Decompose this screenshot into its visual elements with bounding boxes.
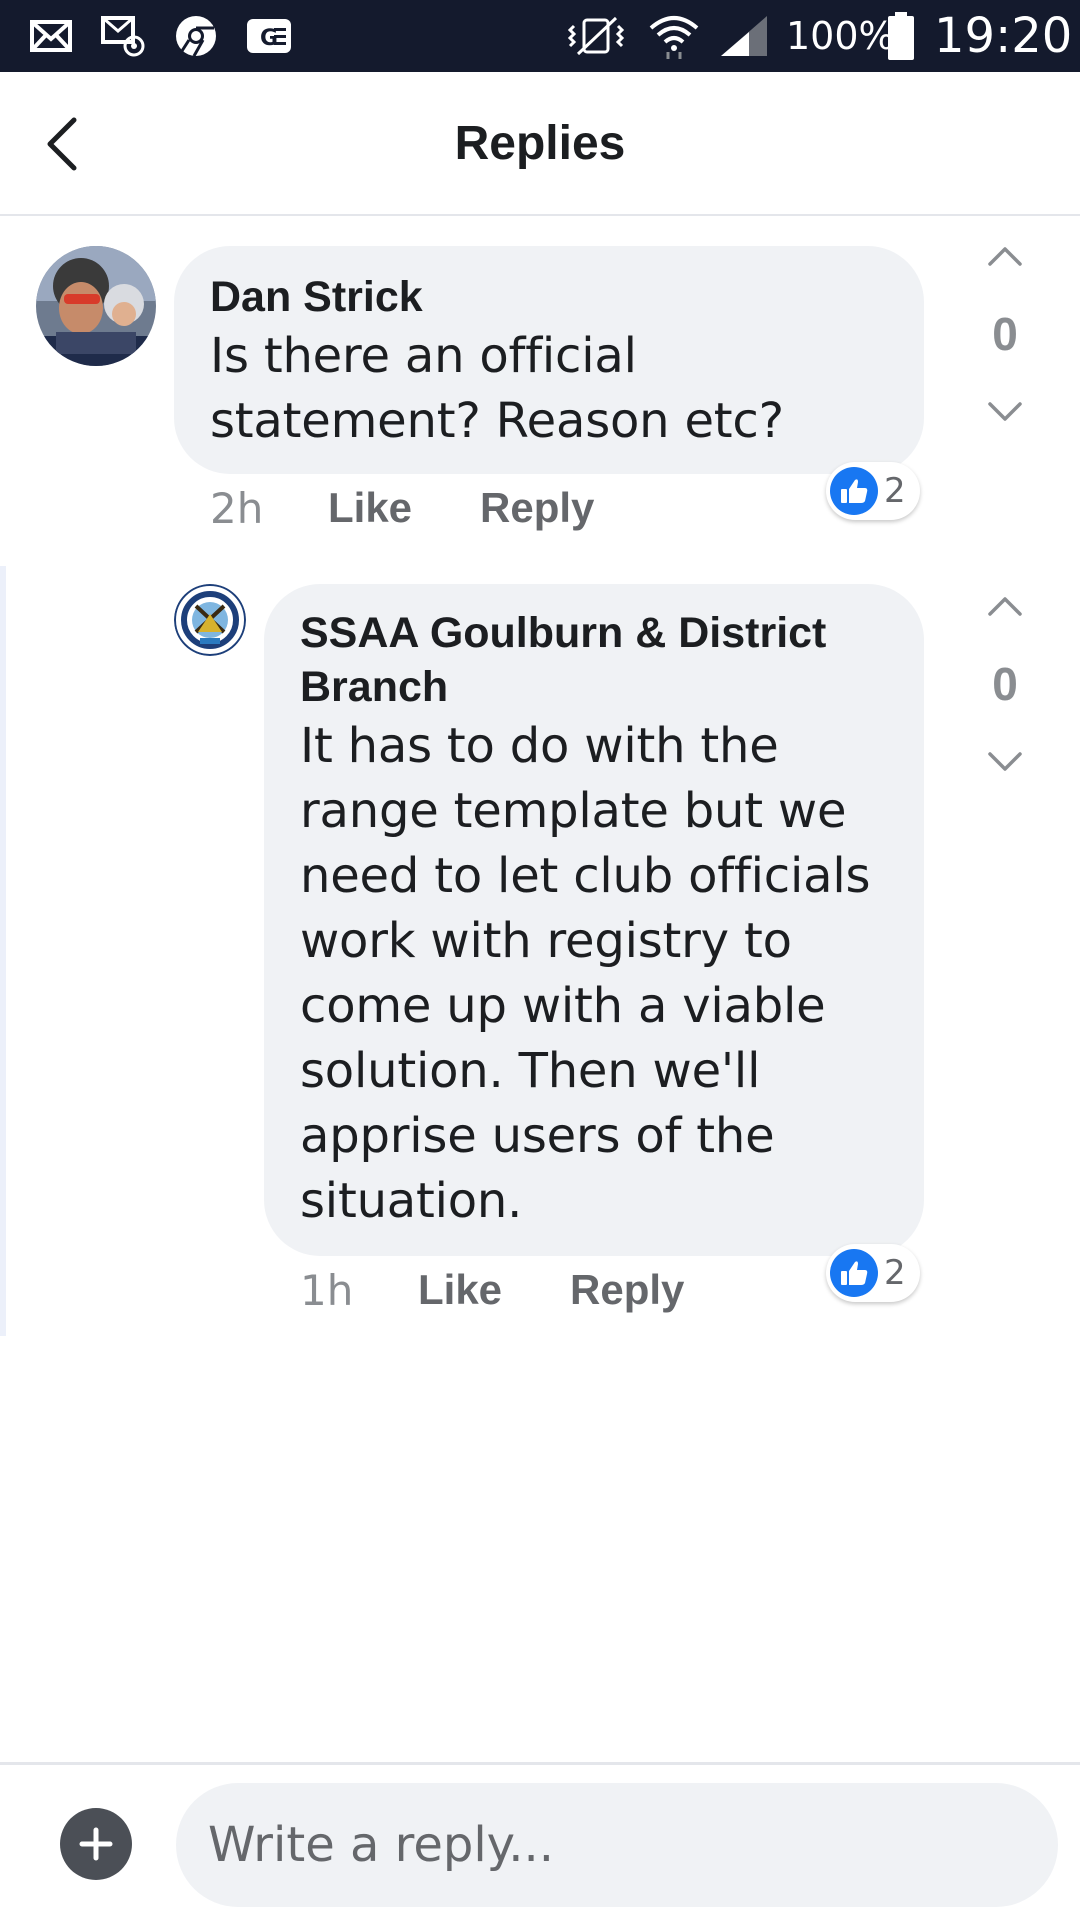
status-bar: G 100% 19:20 bbox=[0, 0, 1080, 72]
chevron-down-icon bbox=[988, 752, 1022, 771]
header: Replies bbox=[0, 72, 1080, 216]
comment-line: come up with a viable bbox=[300, 978, 826, 1034]
vibrate-icon bbox=[560, 12, 632, 60]
page-title: Replies bbox=[454, 117, 626, 170]
reaction-summary[interactable]: 2 bbox=[826, 462, 920, 520]
reaction-count: 2 bbox=[884, 471, 906, 511]
chrome-icon bbox=[172, 12, 220, 60]
comment-line: situation. bbox=[300, 1173, 523, 1229]
comment-line: need to let club officials bbox=[300, 848, 871, 904]
thumbs-up-icon bbox=[830, 1249, 878, 1297]
reaction-count: 2 bbox=[884, 1253, 906, 1293]
comment-author[interactable]: Dan Strick bbox=[210, 270, 423, 324]
chevron-up-icon bbox=[988, 597, 1022, 616]
reply-input[interactable] bbox=[176, 1783, 1058, 1907]
vote-count: 0 bbox=[992, 308, 1018, 360]
reply-composer bbox=[0, 1762, 1080, 1920]
chevron-down-icon bbox=[988, 402, 1022, 421]
comment-text: It has to do with the range template but… bbox=[300, 714, 870, 1234]
avatar-ssaa-branch[interactable] bbox=[174, 584, 246, 656]
comment-line: Is there an official bbox=[210, 328, 637, 384]
chevron-up-icon bbox=[988, 247, 1022, 266]
comment-line: It has to do with the bbox=[300, 718, 779, 774]
thumbs-up-icon bbox=[830, 467, 878, 515]
reply-button[interactable]: Reply bbox=[480, 484, 594, 532]
comment-line: apprise users of the bbox=[300, 1108, 775, 1164]
battery-icon bbox=[884, 12, 918, 60]
plus-icon bbox=[79, 1827, 113, 1861]
mail-icon bbox=[28, 12, 74, 60]
vote-control: 0 bbox=[960, 578, 1050, 790]
vote-count: 0 bbox=[992, 658, 1018, 710]
comment-line: statement? Reason etc? bbox=[210, 393, 784, 449]
voicemail-icon bbox=[100, 12, 148, 60]
comment-actions: 1h Like Reply bbox=[300, 1262, 684, 1318]
comment-line: range template but we bbox=[300, 783, 847, 839]
thread-line bbox=[0, 566, 6, 1336]
signal-icon bbox=[718, 12, 770, 60]
comment-bubble[interactable]: SSAA Goulburn & District Branch It has t… bbox=[264, 584, 924, 1256]
author-line: Branch bbox=[300, 663, 449, 711]
clock: 19:20 bbox=[934, 8, 1073, 64]
vote-control: 0 bbox=[960, 228, 1050, 440]
downvote-button[interactable] bbox=[975, 734, 1035, 790]
reaction-summary[interactable]: 2 bbox=[826, 1244, 920, 1302]
ge-icon: G bbox=[244, 12, 294, 60]
avatar-dan-strick[interactable] bbox=[36, 246, 156, 366]
back-button[interactable] bbox=[30, 112, 94, 176]
comment-line: work with registry to bbox=[300, 913, 792, 969]
reply-button[interactable]: Reply bbox=[570, 1266, 684, 1314]
comment-actions: 2h Like Reply bbox=[210, 480, 594, 536]
upvote-button[interactable] bbox=[975, 228, 1035, 284]
chevron-left-icon bbox=[47, 117, 77, 171]
battery-percent: 100% bbox=[786, 14, 895, 58]
like-button[interactable]: Like bbox=[328, 484, 480, 532]
comment-author[interactable]: SSAA Goulburn & District Branch bbox=[300, 606, 826, 714]
like-button[interactable]: Like bbox=[418, 1266, 570, 1314]
comment-bubble[interactable]: Dan Strick Is there an official statemen… bbox=[174, 246, 924, 474]
comment-text: Is there an official statement? Reason e… bbox=[210, 324, 784, 454]
add-attachment-button[interactable] bbox=[60, 1808, 132, 1880]
wifi-icon bbox=[646, 12, 702, 60]
downvote-button[interactable] bbox=[975, 384, 1035, 440]
comment-time: 2h bbox=[210, 483, 264, 533]
upvote-button[interactable] bbox=[975, 578, 1035, 634]
comment-line: solution. Then we'll bbox=[300, 1043, 761, 1099]
comment-time: 1h bbox=[300, 1265, 354, 1315]
author-line: SSAA Goulburn & District bbox=[300, 609, 827, 657]
